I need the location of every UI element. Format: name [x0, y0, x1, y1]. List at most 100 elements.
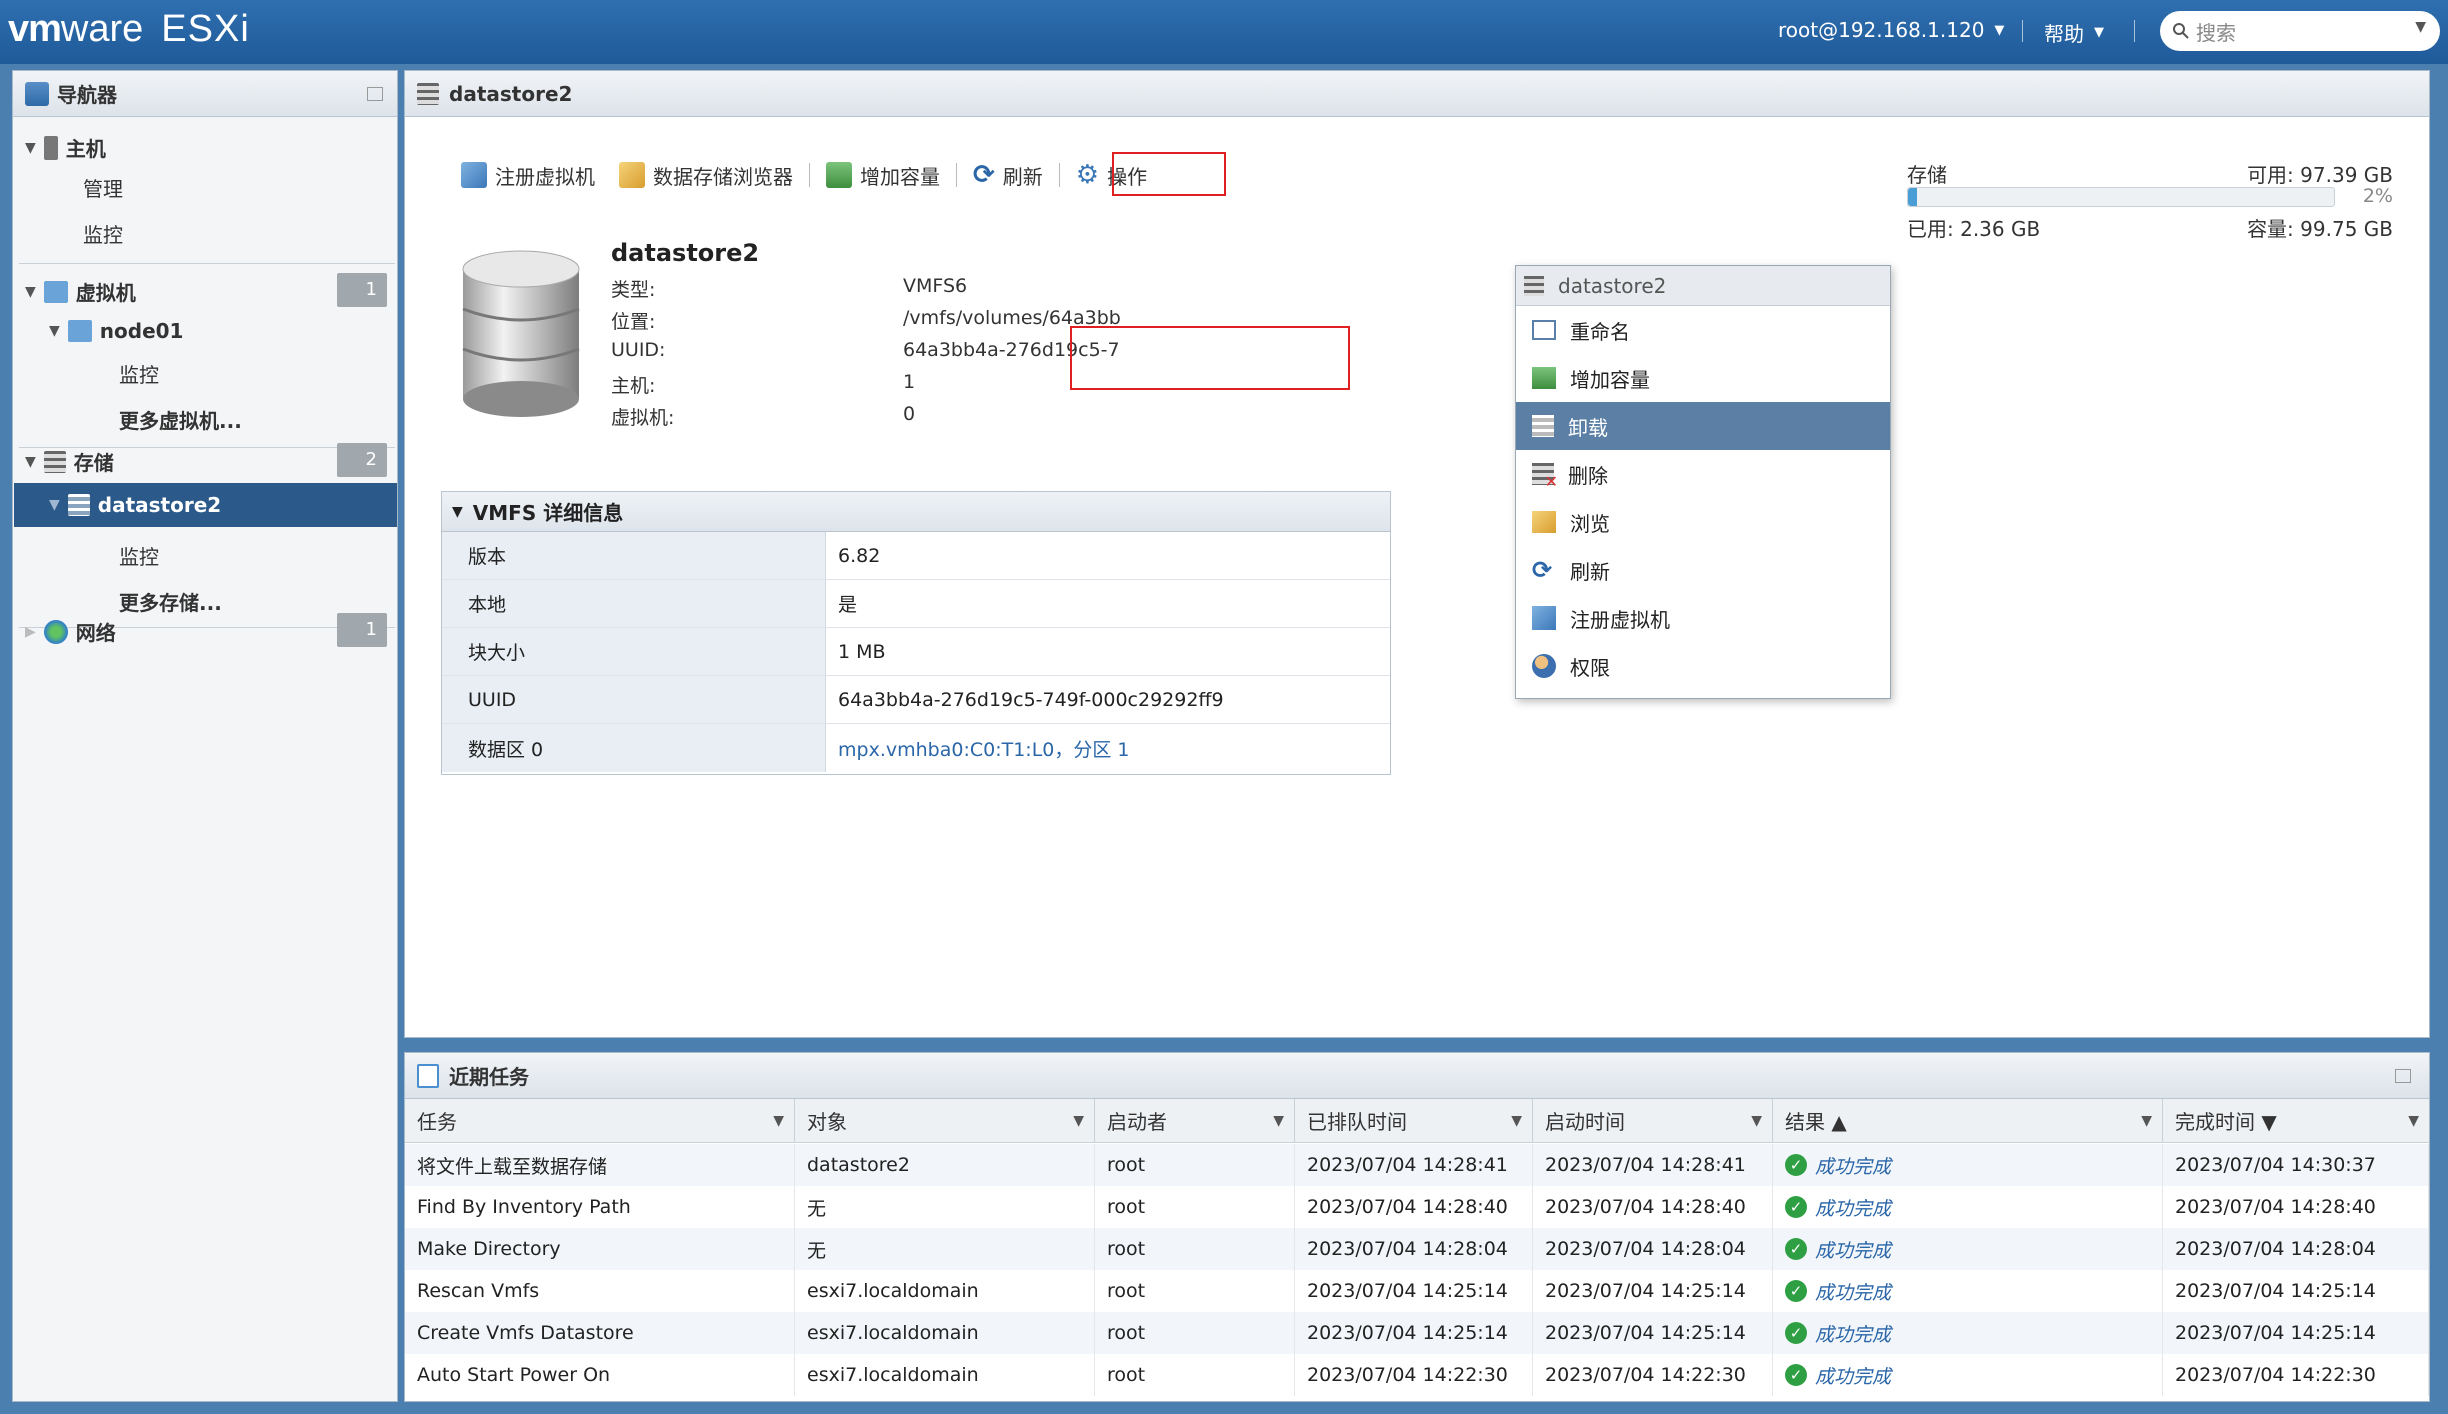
task-started: 2023/07/04 14:28:04 — [1533, 1228, 1773, 1270]
menu-item-label: 浏览 — [1570, 511, 1610, 536]
task-started: 2023/07/04 14:28:40 — [1533, 1186, 1773, 1228]
collapse-icon[interactable]: ▼ — [452, 504, 463, 520]
col-completed[interactable]: 完成时间 ▼ ▼ — [2163, 1099, 2429, 1142]
result-link[interactable]: ✓ 成功完成 — [1785, 1236, 1891, 1263]
menu-item-label: 删除 — [1568, 463, 1608, 488]
nav-more-vms[interactable]: 更多虚拟机... — [119, 405, 242, 434]
task-completed: 2023/07/04 14:25:14 — [2163, 1270, 2429, 1312]
result-link[interactable]: ✓ 成功完成 — [1785, 1194, 1891, 1221]
chevron-down-icon: ▼ — [1994, 22, 2005, 38]
col-started[interactable]: 启动时间 ▼ — [1533, 1099, 1773, 1142]
task-queued: 2023/07/04 14:25:14 — [1295, 1312, 1533, 1354]
collapse-icon[interactable] — [367, 87, 383, 101]
result-link[interactable]: ✓ 成功完成 — [1785, 1152, 1891, 1179]
chevron-down-icon[interactable]: ▼ — [2141, 1113, 2152, 1129]
task-result[interactable]: ✓ 成功完成 — [1773, 1144, 2163, 1186]
actions-menu-header: datastore2 — [1516, 266, 1890, 306]
nav-host-monitor[interactable]: 监控 — [83, 219, 123, 248]
expand-icon[interactable]: ▼ — [49, 323, 60, 339]
refresh-button[interactable]: ⟳ 刷新 — [961, 157, 1055, 193]
folder-search-icon — [619, 162, 645, 188]
chevron-down-icon[interactable]: ▼ — [1073, 1113, 1084, 1129]
expand-icon[interactable]: ▼ — [25, 140, 36, 156]
navigator-panel: 导航器 ▼ 主机 管理 监控 ▼ 虚拟机 1 ▼ node01 监控 更多虚拟机… — [12, 70, 398, 1402]
expand-icon[interactable]: ▶ — [25, 624, 36, 640]
nav-host-manage[interactable]: 管理 — [83, 173, 123, 202]
expand-icon[interactable]: ▼ — [25, 454, 36, 470]
col-label: 完成时间 ▼ — [2175, 1110, 2277, 1134]
expand-icon[interactable]: ▼ — [49, 497, 60, 513]
datastore-large-icon — [462, 250, 580, 417]
user-menu[interactable]: root@192.168.1.120 ▼ — [1778, 18, 2004, 42]
nav-datastore-label: datastore2 — [97, 493, 222, 517]
info-key: 虚拟机: — [611, 407, 675, 429]
nav-datastore2[interactable]: ▼ datastore2 — [49, 493, 221, 517]
nav-ds-monitor[interactable]: 监控 — [119, 541, 159, 570]
collapse-icon[interactable] — [2395, 1069, 2411, 1083]
col-result[interactable]: 结果 ▲ ▼ — [1773, 1099, 2163, 1142]
menu-item-increase-capacity[interactable]: 增加容量 — [1516, 354, 1890, 402]
table-row[interactable]: Make Directory 无 root 2023/07/04 14:28:04 20… — [405, 1228, 2429, 1270]
nav-node-monitor[interactable]: 监控 — [119, 359, 159, 388]
col-queued[interactable]: 已排队时间 ▼ — [1295, 1099, 1533, 1142]
result-link[interactable]: ✓ 成功完成 — [1785, 1320, 1891, 1347]
col-task[interactable]: 任务 ▼ — [405, 1099, 795, 1142]
chevron-down-icon[interactable]: ▼ — [2408, 1113, 2419, 1129]
nav-node01[interactable]: ▼ node01 — [49, 319, 183, 343]
nav-vms[interactable]: ▼ 虚拟机 — [25, 277, 136, 306]
expand-icon[interactable]: ▼ — [25, 284, 36, 300]
menu-item-unmount[interactable]: 卸载 — [1516, 402, 1890, 450]
menu-item-delete[interactable]: ✕ 删除 — [1516, 450, 1890, 498]
result-link[interactable]: ✓ 成功完成 — [1785, 1362, 1891, 1389]
datastore-panel-header: datastore2 — [405, 71, 2429, 117]
vmfs-key: UUID — [442, 676, 826, 723]
logo-ware: ware — [60, 8, 144, 50]
task-result[interactable]: ✓ 成功完成 — [1773, 1228, 2163, 1270]
col-object[interactable]: 对象 ▼ — [795, 1099, 1095, 1142]
table-row[interactable]: Find By Inventory Path 无 root 2023/07/04 14… — [405, 1186, 2429, 1228]
register-vm-button[interactable]: 注册虚拟机 — [449, 157, 607, 193]
table-row[interactable]: Rescan Vmfs esxi7.localdomain root 2023/07/… — [405, 1270, 2429, 1312]
logo-product: ESXi — [161, 8, 250, 50]
table-row[interactable]: Auto Start Power On esxi7.localdomain root… — [405, 1354, 2429, 1396]
success-check-icon: ✓ — [1785, 1280, 1807, 1302]
menu-item-refresh[interactable]: ⟳ 刷新 — [1516, 546, 1890, 594]
nav-more-storage[interactable]: 更多存储... — [119, 587, 222, 616]
datastore-browser-button[interactable]: 数据存储浏览器 — [607, 157, 805, 193]
storage-count-badge: 2 — [337, 443, 387, 477]
col-initiator[interactable]: 启动者 ▼ — [1095, 1099, 1295, 1142]
datastore-icon — [1524, 275, 1544, 296]
table-row[interactable]: 将文件上载至数据存储 datastore2 root 2023/07/04 14:28… — [405, 1144, 2429, 1186]
chevron-down-icon[interactable]: ▼ — [2415, 19, 2426, 35]
menu-item-permissions[interactable]: 权限 — [1516, 642, 1890, 690]
result-link[interactable]: ✓ 成功完成 — [1785, 1278, 1891, 1305]
extent-link[interactable]: mpx.vmhba0:C0:T1:L0，分区 1 — [826, 724, 1390, 772]
task-initiator: root — [1095, 1228, 1295, 1270]
menu-item-label: 增加容量 — [1570, 367, 1650, 392]
menu-item-register-vm[interactable]: 注册虚拟机 — [1516, 594, 1890, 642]
chevron-down-icon[interactable]: ▼ — [1751, 1113, 1762, 1129]
chevron-down-icon[interactable]: ▼ — [1273, 1113, 1284, 1129]
vm-icon — [43, 280, 68, 303]
task-result[interactable]: ✓ 成功完成 — [1773, 1270, 2163, 1312]
chevron-down-icon[interactable]: ▼ — [773, 1113, 784, 1129]
table-row[interactable]: Create Vmfs Datastore esxi7.localdomain ro… — [405, 1312, 2429, 1354]
storage-usage-fill — [1908, 188, 1917, 206]
nav-storage[interactable]: ▼ 存储 — [25, 447, 114, 476]
nav-network[interactable]: ▶ 网络 — [25, 617, 116, 646]
task-result[interactable]: ✓ 成功完成 — [1773, 1312, 2163, 1354]
nav-host[interactable]: ▼ 主机 — [25, 133, 106, 162]
menu-item-label: 权限 — [1570, 655, 1610, 680]
chevron-down-icon[interactable]: ▼ — [1511, 1113, 1522, 1129]
increase-capacity-button[interactable]: 增加容量 — [814, 157, 952, 193]
search-input[interactable]: 搜索 ▼ — [2160, 11, 2440, 51]
task-result[interactable]: ✓ 成功完成 — [1773, 1354, 2163, 1396]
task-result[interactable]: ✓ 成功完成 — [1773, 1186, 2163, 1228]
vmfs-details-header[interactable]: ▼ VMFS 详细信息 — [442, 492, 1390, 532]
recent-tasks-panel: 近期任务 任务 ▼ 对象 ▼ 启动者 ▼ 已排队时间 ▼ 启动时间 ▼ 结果 ▲ ▼ 完成时… — [404, 1052, 2430, 1402]
network-icon — [43, 619, 68, 644]
help-menu[interactable]: 帮助 ▼ — [2044, 18, 2104, 47]
tasks-table-header: 任务 ▼ 对象 ▼ 启动者 ▼ 已排队时间 ▼ 启动时间 ▼ 结果 ▲ ▼ 完成时间 ▼ ▼ — [405, 1099, 2429, 1143]
menu-item-rename[interactable]: 重命名 — [1516, 306, 1890, 354]
menu-item-browse[interactable]: 浏览 — [1516, 498, 1890, 546]
